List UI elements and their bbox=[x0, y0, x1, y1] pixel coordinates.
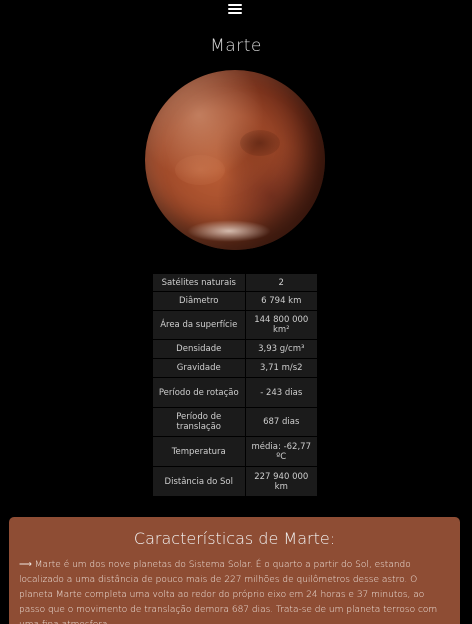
fact-value: 687 dias bbox=[244, 407, 319, 437]
fact-label: Satélites naturais bbox=[152, 273, 246, 292]
hamburger-menu-icon[interactable] bbox=[228, 4, 242, 16]
page: Marte Satélites naturais 2 Diâmetro 6 79… bbox=[0, 0, 472, 624]
fact-value: - 243 dias bbox=[244, 377, 319, 408]
fact-label: Distância do Sol bbox=[152, 466, 246, 497]
table-row: Densidade 3,93 g/cm³ bbox=[152, 339, 319, 359]
fact-value: 2 bbox=[244, 273, 319, 292]
characteristics-text: ⟶ Marte é um dos nove planetas do Sistem… bbox=[19, 558, 450, 624]
fact-label: Densidade bbox=[152, 339, 246, 359]
table-row: Diâmetro 6 794 km bbox=[152, 291, 319, 311]
fact-value: 227 940 000 km bbox=[244, 466, 319, 497]
table-row: Período de translação 687 dias bbox=[152, 407, 319, 437]
page-title: Marte bbox=[210, 36, 262, 56]
planet-facts-table: Satélites naturais 2 Diâmetro 6 794 km Á… bbox=[152, 273, 319, 497]
fact-label: Período de translação bbox=[152, 407, 246, 437]
fact-label: Diâmetro bbox=[152, 291, 246, 311]
fact-label: Período de rotação bbox=[152, 377, 246, 408]
fact-label: Temperatura bbox=[152, 436, 246, 467]
table-row: Área da superfície 144 800 000 km² bbox=[152, 310, 319, 340]
fact-value: média: -62,77 ºC bbox=[244, 436, 319, 467]
fact-value: 144 800 000 km² bbox=[244, 310, 319, 340]
table-row: Satélites naturais 2 bbox=[152, 273, 319, 292]
fact-value: 3,93 g/cm³ bbox=[244, 339, 319, 359]
table-row: Período de rotação - 243 dias bbox=[152, 377, 319, 408]
characteristics-panel: Características de Marte: ⟶ Marte é um d… bbox=[9, 517, 460, 624]
characteristics-body: Marte é um dos nove planetas do Sistema … bbox=[19, 560, 438, 624]
table-row: Temperatura média: -62,77 ºC bbox=[152, 436, 319, 467]
table-row: Gravidade 3,71 m/s2 bbox=[152, 358, 319, 378]
table-row: Distância do Sol 227 940 000 km bbox=[152, 466, 319, 497]
arrow-icon: ⟶ bbox=[19, 560, 32, 570]
fact-value: 3,71 m/s2 bbox=[244, 358, 319, 378]
fact-label: Área da superfície bbox=[152, 310, 246, 340]
fact-value: 6 794 km bbox=[244, 291, 319, 311]
characteristics-title: Características de Marte: bbox=[133, 529, 336, 548]
fact-label: Gravidade bbox=[152, 358, 246, 378]
mars-planet-image bbox=[145, 70, 325, 250]
